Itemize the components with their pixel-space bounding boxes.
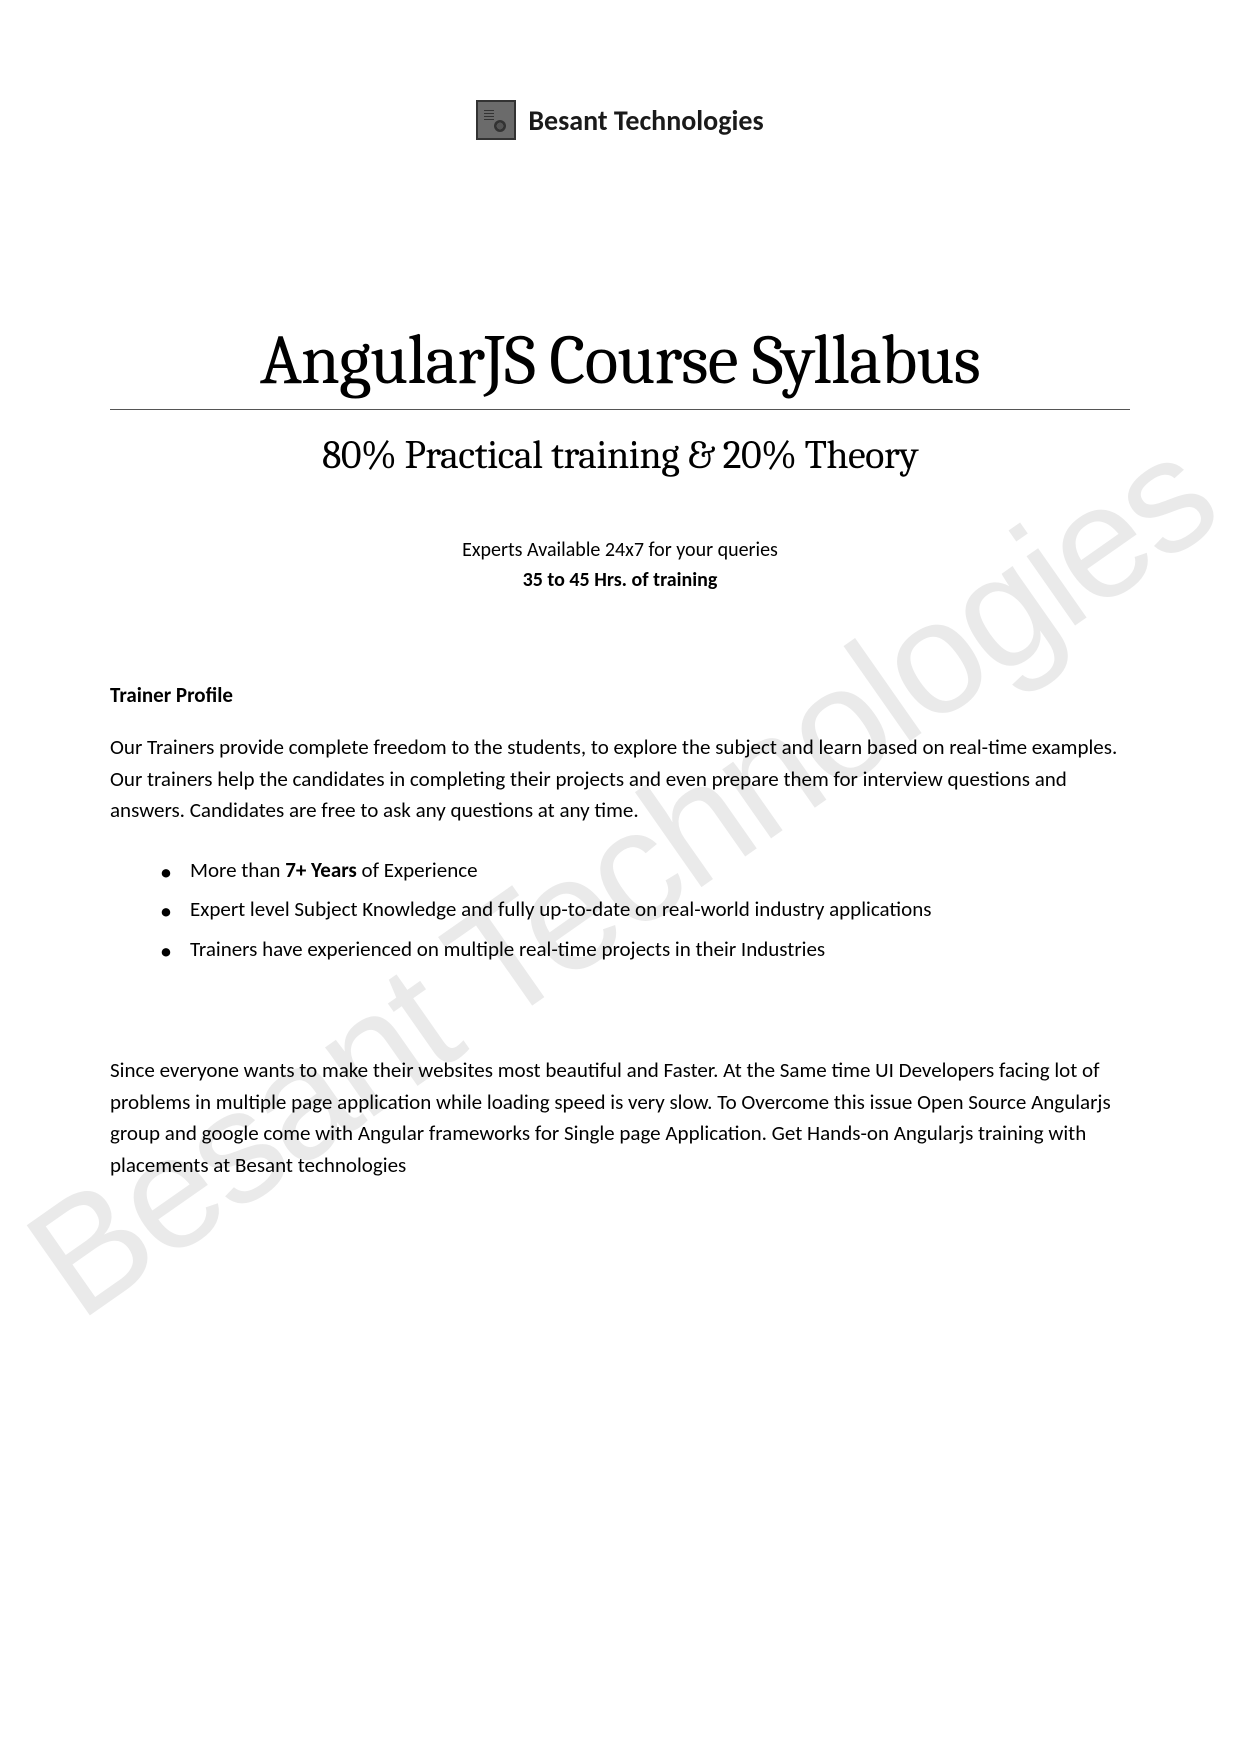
bullet-text: Trainers have experienced on multiple re… bbox=[190, 936, 825, 962]
company-logo-icon bbox=[476, 100, 516, 140]
trainer-profile-description: Our Trainers provide complete freedom to… bbox=[110, 732, 1130, 827]
list-item: Expert level Subject Knowledge and fully… bbox=[160, 894, 1130, 926]
document-title: AngularJS Course Syllabus bbox=[110, 320, 1130, 401]
logo-section: Besant Technologies bbox=[110, 100, 1130, 140]
bullet-text: Expert level Subject Knowledge and fully… bbox=[190, 896, 931, 922]
availability-text: Experts Available 24x7 for your queries bbox=[110, 538, 1130, 562]
bullet-suffix: of Experience bbox=[357, 857, 478, 883]
company-name: Besant Technologies bbox=[528, 103, 763, 138]
title-divider bbox=[110, 409, 1130, 410]
list-item: Trainers have experienced on multiple re… bbox=[160, 934, 1130, 966]
list-item: More than 7+ Years of Experience bbox=[160, 855, 1130, 887]
document-page: Besant Technologies AngularJS Course Syl… bbox=[0, 0, 1240, 1289]
bullet-bold: 7+ Years bbox=[285, 857, 357, 883]
duration-text: 35 to 45 Hrs. of training bbox=[110, 568, 1130, 592]
document-subtitle: 80% Practical training & 20% Theory bbox=[110, 432, 1130, 478]
trainer-profile-heading: Trainer Profile bbox=[110, 682, 1130, 708]
bullet-prefix: More than bbox=[190, 857, 285, 883]
closing-paragraph: Since everyone wants to make their websi… bbox=[110, 1055, 1130, 1181]
trainer-profile-bullets: More than 7+ Years of Experience Expert … bbox=[110, 855, 1130, 966]
